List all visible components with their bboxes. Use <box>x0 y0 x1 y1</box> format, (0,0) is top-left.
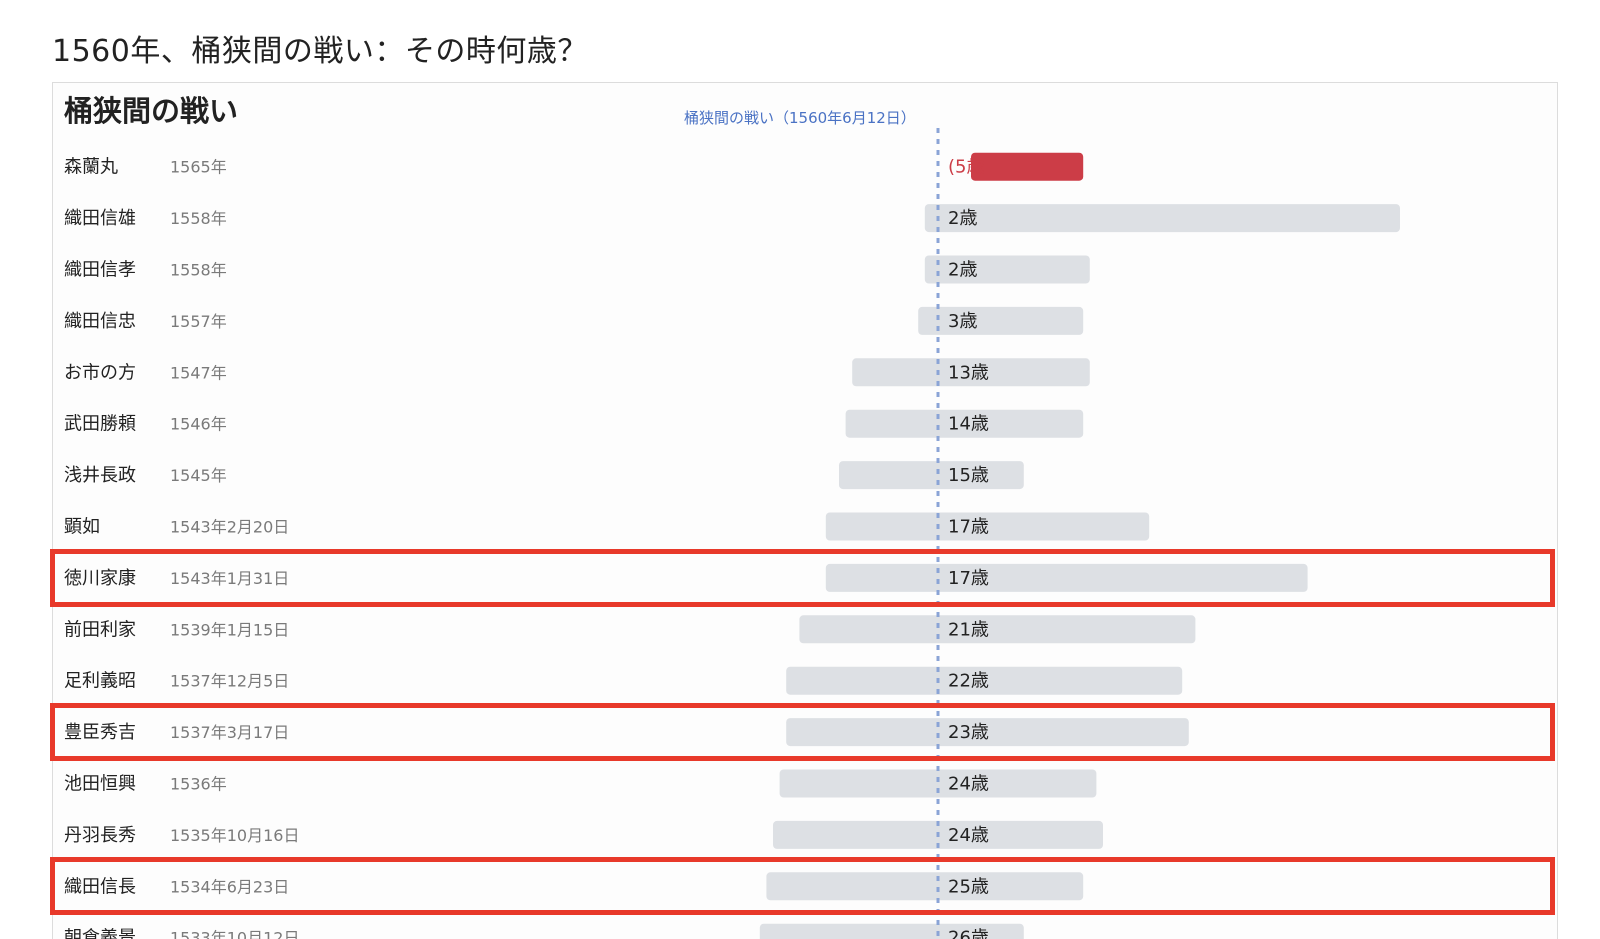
row-name-label: 前田利家 <box>64 619 136 640</box>
row-age-label: 26歳 <box>948 928 989 939</box>
row-age-label: 3歳 <box>948 311 977 332</box>
row-age-label: 2歳 <box>948 260 977 281</box>
timeline-chart: 森蘭丸 1565年 (5歳織田信雄 1558年 2歳織田信孝 1558年 2歳織田信忠 155… <box>64 128 1400 939</box>
row-name-label: 足利義昭 <box>64 671 136 692</box>
lifespan-bar <box>779 769 1097 798</box>
row-birth-label: 1546年 <box>170 415 227 434</box>
row-birth-label: 1543年2月20日 <box>170 518 289 537</box>
row-name-label: 豊臣秀吉 <box>64 722 136 743</box>
row-birth-label: 1533年10月12日 <box>170 929 299 939</box>
row-name-label: 織田信雄 <box>64 208 136 229</box>
lifespan-bar <box>971 152 1084 181</box>
lifespan-bar <box>918 306 1084 335</box>
row-birth-label: 1543年1月31日 <box>170 569 289 588</box>
row-name-label: 池田恒興 <box>64 774 136 795</box>
row-birth-label: 1545年 <box>170 466 227 485</box>
row-age-label: (5歳 <box>948 157 984 178</box>
row-age-label: 17歳 <box>948 517 989 538</box>
row-name-label: 朝倉義景 <box>64 928 136 939</box>
row-birth-label: 1547年 <box>170 363 227 382</box>
row-birth-label: 1537年12月5日 <box>170 672 289 691</box>
lifespan-bar <box>766 872 1084 901</box>
row-name-label: 浅井長政 <box>64 465 136 486</box>
row-name-label: 武田勝頼 <box>64 414 136 435</box>
row-age-label: 17歳 <box>948 568 989 589</box>
row-birth-label: 1558年 <box>170 261 227 280</box>
page-root: 1560年、桶狭間の戦い：その時何歳？ 桶狭間の戦い 桶狭間の戦い（1560年6… <box>0 0 1600 939</box>
row-age-label: 14歳 <box>948 414 989 435</box>
row-age-label: 13歳 <box>948 362 989 383</box>
row-name-label: お市の方 <box>64 362 136 383</box>
row-name-label: 織田信孝 <box>64 260 136 281</box>
row-name-label: 織田信長 <box>64 876 136 897</box>
row-name-label: 顕如 <box>64 517 100 538</box>
row-birth-label: 1536年 <box>170 775 227 794</box>
row-age-label: 21歳 <box>948 619 989 640</box>
row-age-label: 15歳 <box>948 465 989 486</box>
lifespan-bar <box>799 615 1196 644</box>
row-birth-label: 1565年 <box>170 158 227 177</box>
row-name-label: 丹羽長秀 <box>64 825 136 846</box>
row-birth-label: 1537年3月17日 <box>170 723 289 742</box>
row-age-label: 24歳 <box>948 825 989 846</box>
row-age-label: 25歳 <box>948 876 989 897</box>
row-name-label: 徳川家康 <box>64 568 136 589</box>
row-age-label: 22歳 <box>948 671 989 692</box>
row-birth-label: 1558年 <box>170 209 227 228</box>
row-name-label: 織田信忠 <box>64 311 136 332</box>
row-birth-label: 1534年6月23日 <box>170 877 289 896</box>
row-name-label: 森蘭丸 <box>64 157 118 178</box>
row-age-label: 24歳 <box>948 774 989 795</box>
row-age-label: 23歳 <box>948 722 989 743</box>
row-birth-label: 1535年10月16日 <box>170 826 299 845</box>
lifespan-bar <box>839 461 1024 490</box>
lifespan-bar <box>924 204 1400 233</box>
row-age-label: 2歳 <box>948 208 977 229</box>
row-birth-label: 1539年1月15日 <box>170 620 289 639</box>
row-birth-label: 1557年 <box>170 312 227 331</box>
lifespan-bar <box>825 563 1308 592</box>
bars-layer <box>759 152 1400 939</box>
